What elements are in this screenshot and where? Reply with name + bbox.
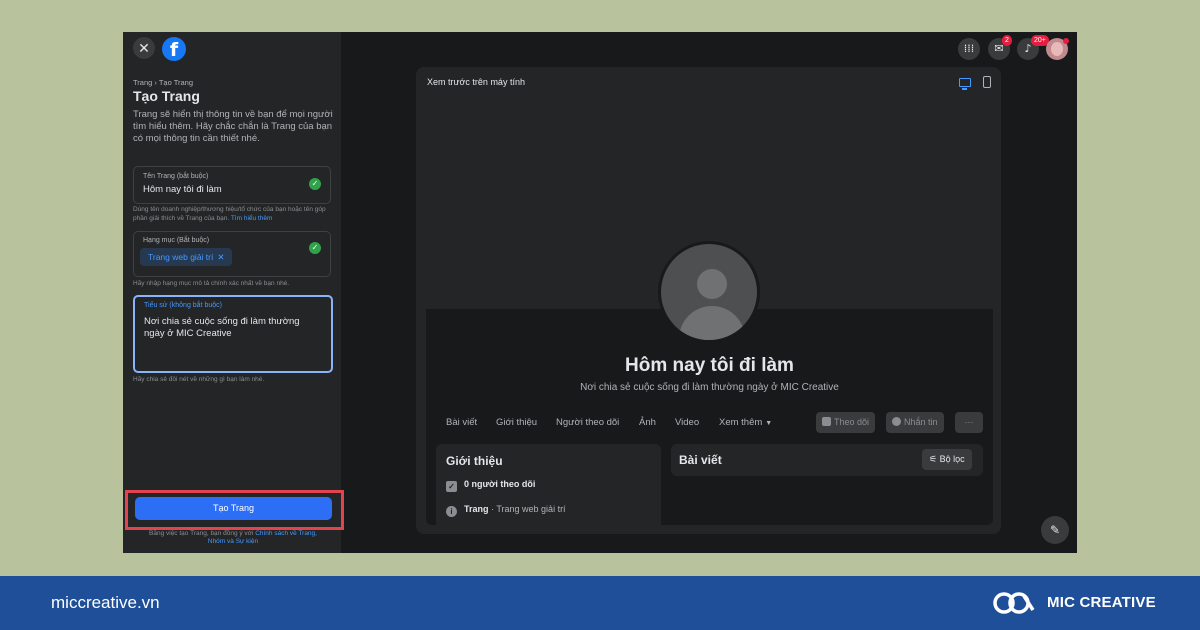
avatar-status-dot	[1063, 38, 1069, 44]
terms-text: Bằng việc tạo Trang, bạn đồng ý với Chín…	[133, 530, 333, 546]
bio-hint: Hãy chia sẻ đôi nét về những gì bạn làm …	[133, 376, 265, 383]
groups-events-link[interactable]: Nhóm và Sự kiện	[208, 538, 258, 545]
filter-button[interactable]: ⚟ Bộ lọc	[922, 449, 972, 470]
intro-card: Giới thiệu ✓ 0 người theo dõi i Trang · Tr…	[436, 444, 661, 525]
learn-more-link[interactable]: Tìm hiểu thêm	[231, 215, 273, 222]
create-page-sidebar: ✕ f Trang › Tạo Trang Tạo Trang Trang sẽ…	[123, 32, 344, 553]
screenshot-frame: ✕ f Trang › Tạo Trang Tạo Trang Trang sẽ…	[123, 32, 1077, 553]
close-icon[interactable]: ✕	[133, 37, 155, 59]
page-type-value: · Trang web giải trí	[491, 504, 566, 514]
more-options-button[interactable]: ···	[955, 412, 983, 433]
posts-card: Bài viết ⚟ Bộ lọc	[671, 444, 983, 476]
page-type-row: i Trang · Trang web giải trí	[446, 504, 566, 517]
page-type-label: Trang	[464, 504, 489, 514]
page-name-hint: Dùng tên doanh nghiệp/thương hiệu/tổ chứ…	[133, 206, 333, 223]
bio-label: Tiểu sử (không bắt buộc)	[144, 302, 222, 309]
page-name: Hôm nay tôi đi làm	[625, 355, 794, 376]
page-name-label: Tên Trang (bắt buộc)	[143, 173, 209, 180]
tab-about[interactable]: Giới thiệu	[496, 417, 537, 428]
followers-row: ✓ 0 người theo dõi	[446, 479, 535, 492]
follow-button[interactable]: Theo dõi	[816, 412, 876, 433]
desktop-icon[interactable]	[959, 78, 971, 90]
page-tabs: Bài viết Giới thiệu Người theo dõi Ảnh V…	[426, 404, 993, 438]
page-name-hint-text: Dùng tên doanh nghiệp/thương hiệu/tổ chứ…	[133, 206, 326, 222]
breadcrumb[interactable]: Trang › Tạo Trang	[133, 78, 193, 87]
page-name-field[interactable]: Tên Trang (bắt buộc) Hôm nay tôi đi làm …	[133, 166, 331, 204]
mic-creative-logo-icon	[993, 592, 1035, 614]
category-hint: Hãy nhập hạng mục mô tả chính xác nhất v…	[133, 280, 290, 287]
tab-more[interactable]: Xem thêm ▼	[719, 417, 772, 428]
profile-picture	[658, 241, 760, 343]
pages-policy-link[interactable]: Chính sách về Trang,	[255, 530, 317, 537]
message-label: Nhắn tin	[904, 417, 938, 427]
site-url: miccreative.vn	[51, 593, 160, 612]
tab-followers[interactable]: Người theo dõi	[556, 417, 619, 428]
tab-videos[interactable]: Video	[675, 417, 699, 428]
facebook-logo-icon[interactable]: f	[162, 37, 186, 61]
page-bio: Nơi chia sẻ cuộc sống đi làm thường ngày…	[580, 382, 839, 393]
check-icon: ✓	[309, 242, 321, 254]
check-icon: ✓	[309, 178, 321, 190]
filter-label: Bộ lọc	[939, 454, 965, 464]
desktop-preview: Xem trước trên máy tính Hôm nay tôi đi l…	[416, 67, 1001, 534]
page-name-value[interactable]: Hôm nay tôi đi làm	[143, 184, 222, 195]
category-chip-label: Trang web giải trí	[148, 252, 214, 262]
intro-title: Giới thiệu	[446, 454, 503, 468]
posts-title: Bài viết	[679, 453, 722, 467]
page-title: Tạo Trang	[133, 88, 200, 104]
create-page-button[interactable]: Tạo Trang	[135, 497, 332, 520]
tab-posts[interactable]: Bài viết	[446, 417, 477, 428]
preview-title: Xem trước trên máy tính	[427, 77, 525, 87]
sidebar-description: Trang sẽ hiển thị thông tin về bạn để mọ…	[133, 109, 333, 144]
follow-label: Theo dõi	[834, 417, 870, 427]
footer-bar: miccreative.vn MIC CREATIVE	[0, 576, 1200, 630]
bio-value[interactable]: Nơi chia sẻ cuộc sống đi làm thường ngày…	[144, 316, 319, 340]
messenger-icon	[892, 417, 901, 426]
category-chip[interactable]: Trang web giải trí ✕	[140, 248, 233, 266]
category-label: Hạng mục (Bắt buộc)	[143, 237, 210, 244]
follow-icon	[822, 417, 831, 426]
filter-icon: ⚟	[929, 454, 940, 464]
tab-photos[interactable]: Ảnh	[639, 417, 656, 428]
page-preview: Hôm nay tôi đi làm Nơi chia sẻ cuộc sống…	[426, 99, 993, 525]
followers-count: 0 người theo dõi	[464, 479, 536, 489]
tab-more-label: Xem thêm	[719, 417, 763, 428]
messenger-badge: 2	[1002, 35, 1012, 46]
follower-check-icon: ✓	[446, 481, 457, 492]
chip-remove-icon[interactable]: ✕	[217, 252, 224, 262]
compose-icon[interactable]: ✎	[1041, 516, 1069, 544]
message-button[interactable]: Nhắn tin	[886, 412, 944, 433]
profile-placeholder-icon	[697, 269, 727, 299]
bio-field[interactable]: Tiểu sử (không bắt buộc) Nơi chia sẻ cuộ…	[133, 295, 333, 373]
info-icon: i	[446, 506, 457, 517]
create-button-highlight: Tạo Trang	[125, 490, 344, 530]
chevron-down-icon: ▼	[765, 420, 773, 427]
terms-prefix: Bằng việc tạo Trang, bạn đồng ý với	[149, 530, 254, 537]
mobile-icon[interactable]	[983, 76, 991, 88]
menu-grid-icon[interactable]: ⁞⁞⁞	[958, 38, 980, 60]
brand-name: MIC CREATIVE	[1047, 594, 1156, 611]
